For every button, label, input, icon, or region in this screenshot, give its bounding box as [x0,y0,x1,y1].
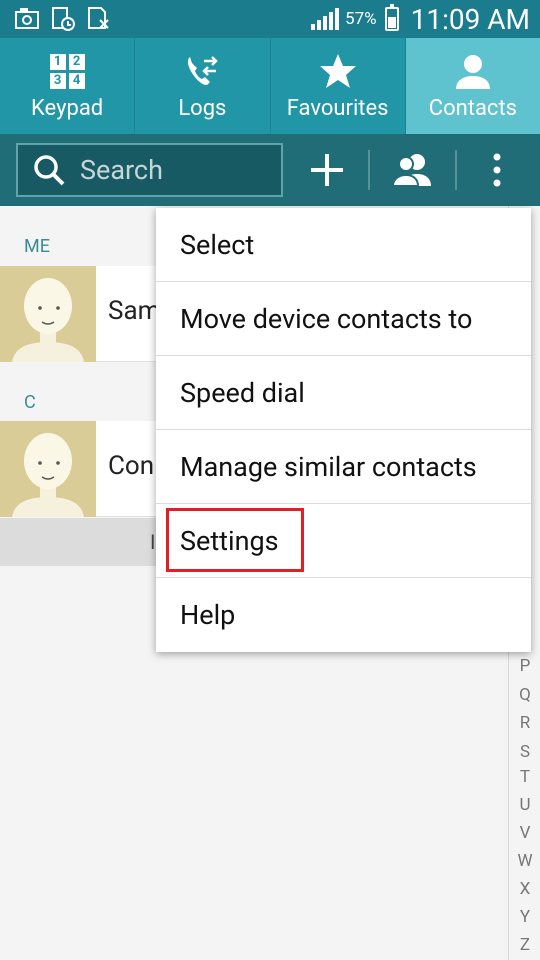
no-sim-icon [86,6,112,32]
groups-button[interactable] [384,134,442,206]
contacts-toolbar: Search [0,134,540,206]
toolbar-divider [368,150,370,190]
overflow-menu-icon [493,153,501,187]
tab-label: Contacts [428,96,517,121]
tab-keypad[interactable]: 12 34 Keypad [0,38,136,134]
avatar [0,421,96,517]
star-icon [318,51,358,91]
index-letter[interactable]: T [509,767,540,787]
group-icon [391,154,431,187]
contact-name: Con [108,451,155,481]
index-letter[interactable]: P [509,656,540,676]
overflow-menu: Select Move device contacts to Speed dia… [156,208,531,652]
signal-icon [311,8,340,30]
tab-favourites[interactable]: Favourites [271,38,406,134]
menu-item-settings-label: Settings [180,524,279,557]
toolbar-divider [455,150,457,190]
battery-icon [384,4,399,31]
tab-contacts[interactable]: Contacts [405,38,540,134]
tab-label: Favourites [286,96,389,121]
tab-label: Keypad [31,96,104,121]
index-letter[interactable]: X [509,879,540,899]
battery-percent: 57% [345,9,377,29]
status-bar: 57% 11:09 AM [0,0,540,38]
menu-item-help[interactable]: Help [156,578,531,652]
index-letter[interactable]: V [509,823,540,843]
notification-icons [14,6,112,32]
avatar [0,266,96,362]
index-letter[interactable]: R [509,713,540,733]
clock: 11:09 AM [410,2,530,36]
index-letter[interactable]: Y [509,907,540,927]
search-icon [34,155,65,186]
index-letter[interactable]: S [509,742,540,762]
tab-label: Logs [178,96,227,121]
person-icon [453,51,493,91]
search-input[interactable]: Search [16,143,283,197]
contact-name: Sam [108,296,161,326]
add-contact-button[interactable] [300,134,354,206]
status-right: 57% 11:09 AM [311,0,530,38]
logs-icon [182,51,222,91]
plus-icon [311,154,343,186]
section-header-c: C [24,392,36,413]
index-letter[interactable]: Q [509,685,540,705]
menu-item-speed-dial[interactable]: Speed dial [156,356,531,430]
index-letter[interactable]: U [509,795,540,815]
index-letter[interactable]: W [509,851,540,871]
tab-logs[interactable]: Logs [135,38,271,134]
search-placeholder: Search [80,154,163,186]
menu-item-move-device-contacts[interactable]: Move device contacts to [156,282,531,356]
section-header-me: ME [24,236,50,257]
more-options-button[interactable] [472,134,522,206]
missed-call-icon [50,6,76,32]
menu-item-select[interactable]: Select [156,208,531,282]
keypad-icon: 12 34 [47,51,87,91]
tab-bar: 12 34 Keypad Logs Favourites Contacts [0,38,540,134]
index-letter[interactable]: Z [509,935,540,955]
menu-item-manage-similar-contacts[interactable]: Manage similar contacts [156,430,531,504]
gallery-icon [14,6,40,32]
menu-item-settings[interactable]: Settings [156,504,531,578]
